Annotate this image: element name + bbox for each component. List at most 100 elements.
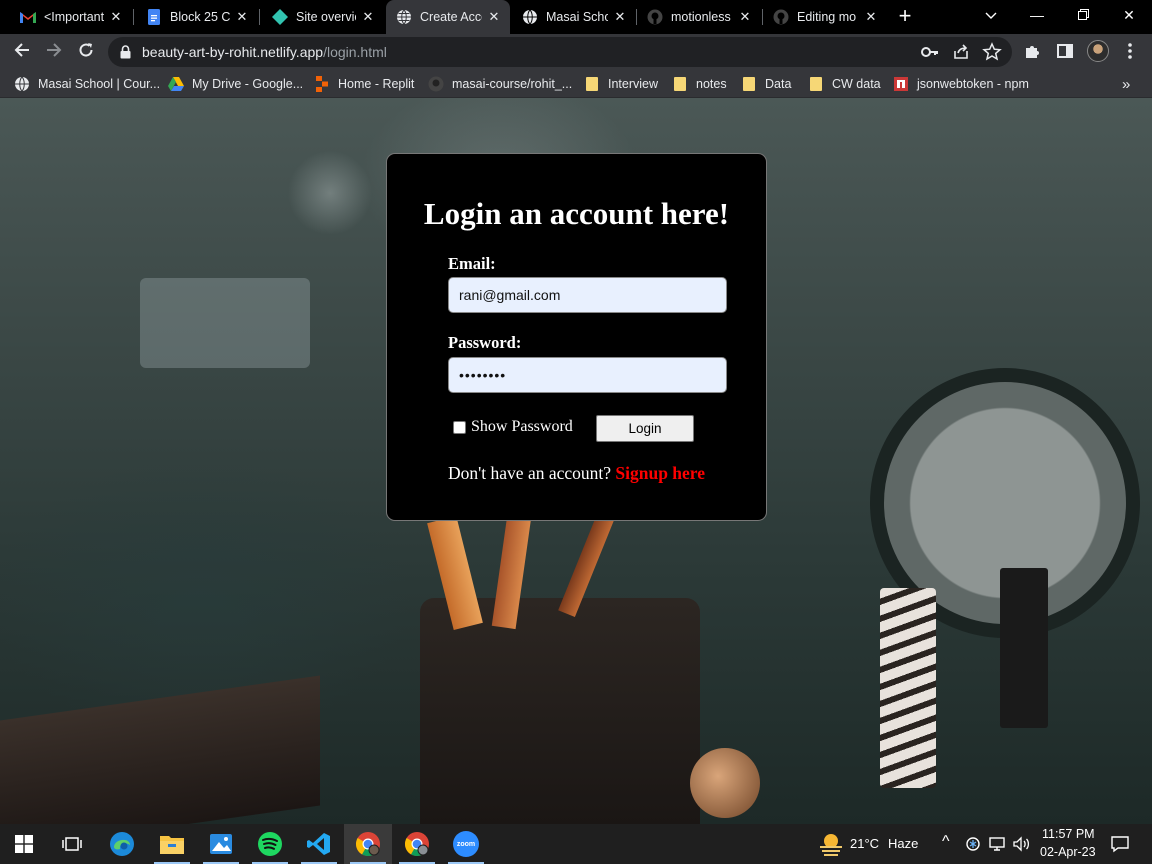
task-view-icon bbox=[62, 837, 82, 851]
taskbar-zoom[interactable]: zoom bbox=[442, 824, 490, 864]
bookmark-github-masai-course[interactable]: masai-course/rohit_... bbox=[428, 70, 572, 98]
tab-masai[interactable]: Masai Scho ✕ bbox=[512, 0, 636, 34]
background-lipstick bbox=[880, 588, 936, 788]
tab-github-editing[interactable]: Editing mo ✕ bbox=[763, 0, 887, 34]
tab-title: Create Acco bbox=[420, 10, 482, 24]
key-icon[interactable] bbox=[920, 42, 942, 62]
show-hidden-icons-chevron[interactable]: ^ bbox=[942, 833, 950, 851]
bookmark-folder-cw-data[interactable]: CW data bbox=[808, 70, 881, 98]
globe-icon bbox=[14, 76, 30, 92]
extensions-icon[interactable] bbox=[1024, 42, 1044, 62]
bluetooth-sync-icon[interactable] bbox=[965, 836, 981, 857]
minimize-button[interactable]: — bbox=[1014, 0, 1060, 30]
page-title: Login an account here! bbox=[423, 196, 730, 231]
tab-gmail[interactable]: <Important ✕ bbox=[8, 0, 132, 34]
close-icon[interactable]: ✕ bbox=[108, 9, 124, 25]
zoom-icon-label: zoom bbox=[456, 840, 476, 848]
close-icon[interactable]: ✕ bbox=[863, 9, 879, 25]
bookmark-folder-data[interactable]: Data bbox=[741, 70, 791, 98]
reload-button[interactable] bbox=[72, 38, 100, 66]
start-button[interactable] bbox=[0, 824, 48, 864]
npm-icon bbox=[893, 76, 909, 92]
clock[interactable]: 11:57 PM 02-Apr-23 bbox=[1036, 824, 1100, 864]
tab-title: Block 25 CS bbox=[170, 10, 230, 24]
maximize-button[interactable] bbox=[1060, 0, 1106, 30]
taskbar-photos[interactable] bbox=[197, 824, 245, 864]
taskbar-vscode[interactable] bbox=[295, 824, 343, 864]
chrome-icon bbox=[404, 832, 429, 857]
tab-search-button[interactable] bbox=[968, 0, 1014, 30]
password-field[interactable]: •••••••• bbox=[448, 357, 727, 393]
bookmark-label: Data bbox=[765, 77, 792, 91]
tab-title: motionless bbox=[671, 10, 731, 24]
taskbar-edge[interactable] bbox=[98, 824, 146, 864]
profile-avatar[interactable] bbox=[1087, 40, 1109, 62]
email-field[interactable]: rani@gmail.com bbox=[448, 277, 727, 313]
task-view-button[interactable] bbox=[48, 824, 96, 864]
haze-sun-icon bbox=[820, 834, 842, 856]
signup-row: Don't have an account? Signup here bbox=[448, 463, 705, 484]
url-host: beauty-art-by-rohit.netlify.app bbox=[142, 44, 324, 60]
star-icon[interactable] bbox=[982, 42, 1004, 62]
close-icon[interactable]: ✕ bbox=[612, 9, 628, 25]
close-icon[interactable]: ✕ bbox=[360, 9, 376, 25]
arrow-right-icon bbox=[47, 43, 62, 57]
close-icon[interactable]: ✕ bbox=[486, 9, 502, 25]
bookmark-label: notes bbox=[696, 77, 727, 91]
signup-link[interactable]: Signup here bbox=[615, 463, 705, 483]
taskbar-spotify[interactable] bbox=[246, 824, 294, 864]
more-menu-icon[interactable] bbox=[1122, 42, 1142, 62]
share-icon[interactable] bbox=[951, 42, 973, 62]
login-page: Login an account here! Email: rani@gmail… bbox=[0, 98, 1152, 824]
bookmark-npm[interactable]: jsonwebtoken - npm bbox=[893, 70, 1029, 98]
folder-icon bbox=[808, 76, 824, 92]
photos-icon bbox=[210, 834, 232, 854]
new-tab-button[interactable]: + bbox=[892, 5, 918, 29]
tab-github-motionless[interactable]: motionless ✕ bbox=[637, 0, 761, 34]
notification-icon[interactable] bbox=[1111, 835, 1129, 858]
login-button[interactable]: Login bbox=[596, 415, 694, 442]
background-sponge bbox=[690, 748, 760, 818]
url-text[interactable]: beauty-art-by-rohit.netlify.app/login.ht… bbox=[142, 44, 387, 60]
tab-title: Editing mo bbox=[797, 10, 857, 24]
tab-title: Site overvie bbox=[296, 10, 356, 24]
close-icon[interactable]: ✕ bbox=[737, 9, 753, 25]
github-icon bbox=[773, 9, 789, 25]
close-window-button[interactable]: ✕ bbox=[1106, 0, 1152, 30]
network-icon[interactable] bbox=[989, 836, 1007, 857]
bookmark-folder-notes[interactable]: notes bbox=[672, 70, 727, 98]
arrow-left-icon bbox=[14, 43, 29, 57]
github-icon bbox=[428, 76, 444, 92]
taskbar-file-explorer[interactable] bbox=[148, 824, 196, 864]
weather-widget[interactable]: 21°C Haze bbox=[816, 824, 926, 864]
volume-icon[interactable] bbox=[1013, 836, 1031, 857]
bookmark-folder-interview[interactable]: Interview bbox=[584, 70, 658, 98]
close-icon[interactable]: ✕ bbox=[234, 9, 250, 25]
bookmark-masai[interactable]: Masai School | Cour... bbox=[14, 70, 160, 98]
show-password-checkbox[interactable] bbox=[453, 420, 466, 434]
show-password-option[interactable]: Show Password bbox=[453, 418, 573, 436]
replit-icon bbox=[314, 76, 330, 92]
tab-netlify[interactable]: Site overvie ✕ bbox=[260, 0, 384, 34]
tab-create-account[interactable]: Create Acco ✕ bbox=[386, 0, 510, 34]
bookmark-label: jsonwebtoken - npm bbox=[917, 77, 1029, 91]
chevron-down-icon bbox=[985, 12, 997, 19]
bookmark-google-drive[interactable]: My Drive - Google... bbox=[168, 70, 303, 98]
login-card: Login an account here! Email: rani@gmail… bbox=[386, 153, 767, 521]
spotify-icon bbox=[258, 832, 282, 856]
reload-icon bbox=[79, 43, 93, 57]
side-panel-icon[interactable] bbox=[1056, 42, 1076, 62]
forward-button[interactable] bbox=[40, 38, 68, 66]
bookmark-label: Home - Replit bbox=[338, 77, 415, 91]
clock-date: 02-Apr-23 bbox=[1040, 845, 1096, 859]
show-password-label: Show Password bbox=[471, 418, 573, 435]
weather-description: Haze bbox=[888, 836, 919, 851]
back-button[interactable] bbox=[8, 38, 36, 66]
bookmarks-overflow-button[interactable]: » bbox=[1122, 70, 1130, 98]
taskbar-chrome-active[interactable] bbox=[344, 824, 392, 864]
lock-icon[interactable] bbox=[120, 45, 131, 64]
taskbar-chrome-profile[interactable] bbox=[393, 824, 441, 864]
address-bar[interactable]: beauty-art-by-rohit.netlify.app/login.ht… bbox=[108, 37, 1012, 67]
tab-docs[interactable]: Block 25 CS ✕ bbox=[134, 0, 258, 34]
bookmark-replit[interactable]: Home - Replit bbox=[314, 70, 414, 98]
